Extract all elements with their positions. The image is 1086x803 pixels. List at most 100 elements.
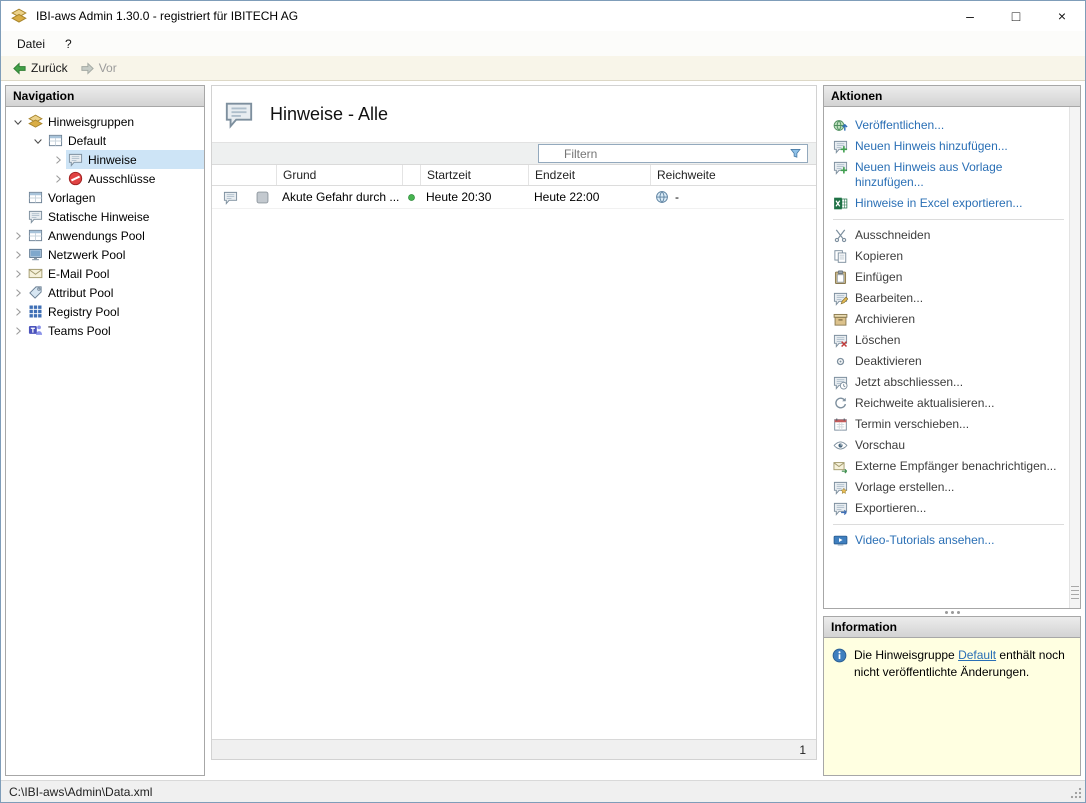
action-label: Neuen Hinweis hinzufügen... [855, 139, 1008, 154]
tree-item-ausschluesse[interactable]: Ausschlüsse [6, 169, 204, 188]
action-label: Termin verschieben... [855, 417, 969, 432]
action-label: Neuen Hinweis aus Vorlage hinzufügen... [855, 160, 1064, 190]
tree-item-hinweise[interactable]: Hinweise [6, 150, 204, 169]
resize-grip-icon[interactable] [1070, 787, 1082, 799]
chevron-down-icon[interactable] [10, 114, 26, 130]
filter-box [538, 144, 808, 163]
deactivate-icon [833, 354, 848, 369]
filter-input[interactable] [544, 146, 785, 161]
action-label: Veröffentlichen... [855, 118, 944, 133]
action-loeschen[interactable]: Löschen [833, 330, 1064, 351]
main-title-bar: Hinweise - Alle [212, 86, 816, 142]
col-grund[interactable]: Grund [276, 165, 402, 185]
tree-item-hinweisgruppen[interactable]: Hinweisgruppen [6, 112, 204, 131]
actions-header: Aktionen [824, 86, 1080, 107]
back-button[interactable]: Zurück [7, 59, 73, 78]
tree-item-label: Netzwerk Pool [48, 248, 125, 262]
action-archivieren[interactable]: Archivieren [833, 309, 1064, 330]
actions-panel: Aktionen Veröffentlichen... Neuen Hinwei… [823, 85, 1081, 609]
col-startzeit[interactable]: Startzeit [420, 165, 528, 185]
action-veroeffentlichen[interactable]: Veröffentlichen... [833, 115, 1064, 136]
chevron-right-icon[interactable] [10, 285, 26, 301]
chevron-right-icon[interactable] [50, 171, 66, 187]
delete-icon [833, 333, 848, 348]
action-termin-verschieben[interactable]: Termin verschieben... [833, 414, 1064, 435]
tree-item-attribut-pool[interactable]: Attribut Pool [6, 283, 204, 302]
hinweis-bubble-icon [68, 152, 83, 167]
navigation-header: Navigation [6, 86, 204, 107]
teams-icon [28, 323, 43, 338]
table-row[interactable]: Akute Gefahr durch ... Heute 20:30 Heute… [212, 186, 816, 209]
action-exportieren[interactable]: Exportieren... [833, 498, 1064, 519]
col-endzeit[interactable]: Endzeit [528, 165, 650, 185]
toolbar: Zurück Vor [1, 56, 1085, 81]
navigation-panel: Navigation Hinweisgruppen Default [5, 85, 205, 776]
chevron-right-icon[interactable] [10, 304, 26, 320]
action-label: Löschen [855, 333, 900, 348]
chevron-right-icon[interactable] [10, 247, 26, 263]
content-area: Navigation Hinweisgruppen Default [1, 81, 1085, 780]
tree-item-label: E-Mail Pool [48, 267, 109, 281]
minimize-button[interactable]: – [947, 1, 993, 31]
action-kopieren[interactable]: Kopieren [833, 246, 1064, 267]
row-count: 1 [799, 743, 806, 757]
tree-item-label: Attribut Pool [48, 286, 113, 300]
tree-item-netzwerk-pool[interactable]: Netzwerk Pool [6, 245, 204, 264]
tree-item-anwendungs-pool[interactable]: Anwendungs Pool [6, 226, 204, 245]
chevron-right-icon[interactable] [10, 266, 26, 282]
action-bearbeiten[interactable]: Bearbeiten... [833, 288, 1064, 309]
forward-arrow-icon [80, 61, 95, 76]
action-deaktivieren[interactable]: Deaktivieren [833, 351, 1064, 372]
chevron-right-icon[interactable] [10, 323, 26, 339]
template-icon [833, 480, 848, 495]
tree-item-label: Teams Pool [48, 324, 111, 338]
chevron-down-icon[interactable] [30, 133, 46, 149]
tree-item-statische-hinweise[interactable]: Statische Hinweise [6, 207, 204, 226]
close-button[interactable]: × [1039, 1, 1085, 31]
filter-funnel-icon[interactable] [789, 147, 802, 160]
action-ausschneiden[interactable]: Ausschneiden [833, 225, 1064, 246]
tree-item-label: Hinweisgruppen [48, 115, 134, 129]
panel-splitter[interactable] [823, 609, 1081, 616]
tree-item-label: Statische Hinweise [48, 210, 149, 224]
forward-button[interactable]: Vor [75, 59, 122, 78]
action-reichweite-aktualisieren[interactable]: Reichweite aktualisieren... [833, 393, 1064, 414]
tree-item-teams-pool[interactable]: Teams Pool [6, 321, 204, 340]
window-icon [28, 190, 43, 205]
chevron-placeholder [10, 190, 26, 206]
action-video-tutorials[interactable]: Video-Tutorials ansehen... [833, 530, 1064, 551]
refresh-icon [833, 396, 848, 411]
tree-item-registry-pool[interactable]: Registry Pool [6, 302, 204, 321]
action-label: Deaktivieren [855, 354, 922, 369]
table-header: Grund Startzeit Endzeit Reichweite [212, 165, 816, 186]
tree-item-default[interactable]: Default [6, 131, 204, 150]
maximize-button[interactable]: □ [993, 1, 1039, 31]
tree-item-vorlagen[interactable]: Vorlagen [6, 188, 204, 207]
default-group-link[interactable]: Default [958, 648, 996, 662]
col-reichweite[interactable]: Reichweite [650, 165, 816, 185]
action-vorschau[interactable]: Vorschau [833, 435, 1064, 456]
action-jetzt-abschliessen[interactable]: Jetzt abschliessen... [833, 372, 1064, 393]
action-hinweise-in-excel-exportieren[interactable]: Hinweise in Excel exportieren... [833, 193, 1064, 214]
hinweis-bubble-icon [223, 190, 238, 205]
actions-scrollbar[interactable] [1069, 107, 1080, 608]
information-header: Information [824, 617, 1080, 638]
action-vorlage-erstellen[interactable]: Vorlage erstellen... [833, 477, 1064, 498]
chevron-right-icon[interactable] [10, 228, 26, 244]
finish-now-icon [833, 375, 848, 390]
scrollbar-grip[interactable] [1071, 586, 1079, 600]
action-label: Bearbeiten... [855, 291, 923, 306]
chevron-right-icon[interactable] [50, 152, 66, 168]
registry-grid-icon [28, 304, 43, 319]
menu-help[interactable]: ? [55, 34, 82, 54]
action-neuen-hinweis-hinzufuegen[interactable]: Neuen Hinweis hinzufügen... [833, 136, 1064, 157]
menu-datei[interactable]: Datei [7, 34, 55, 54]
action-externe-empfaenger-benachrichtigen[interactable]: Externe Empfänger benachrichtigen... [833, 456, 1064, 477]
tree-item-email-pool[interactable]: E-Mail Pool [6, 264, 204, 283]
action-einfuegen[interactable]: Einfügen [833, 267, 1064, 288]
action-label: Vorschau [855, 438, 905, 453]
window-title: IBI-aws Admin 1.30.0 - registriert für I… [36, 9, 298, 23]
action-neuen-hinweis-aus-vorlage[interactable]: Neuen Hinweis aus Vorlage hinzufügen... [833, 157, 1064, 193]
hinweis-bubble-icon [28, 209, 43, 224]
menubar: Datei ? [1, 31, 1085, 56]
